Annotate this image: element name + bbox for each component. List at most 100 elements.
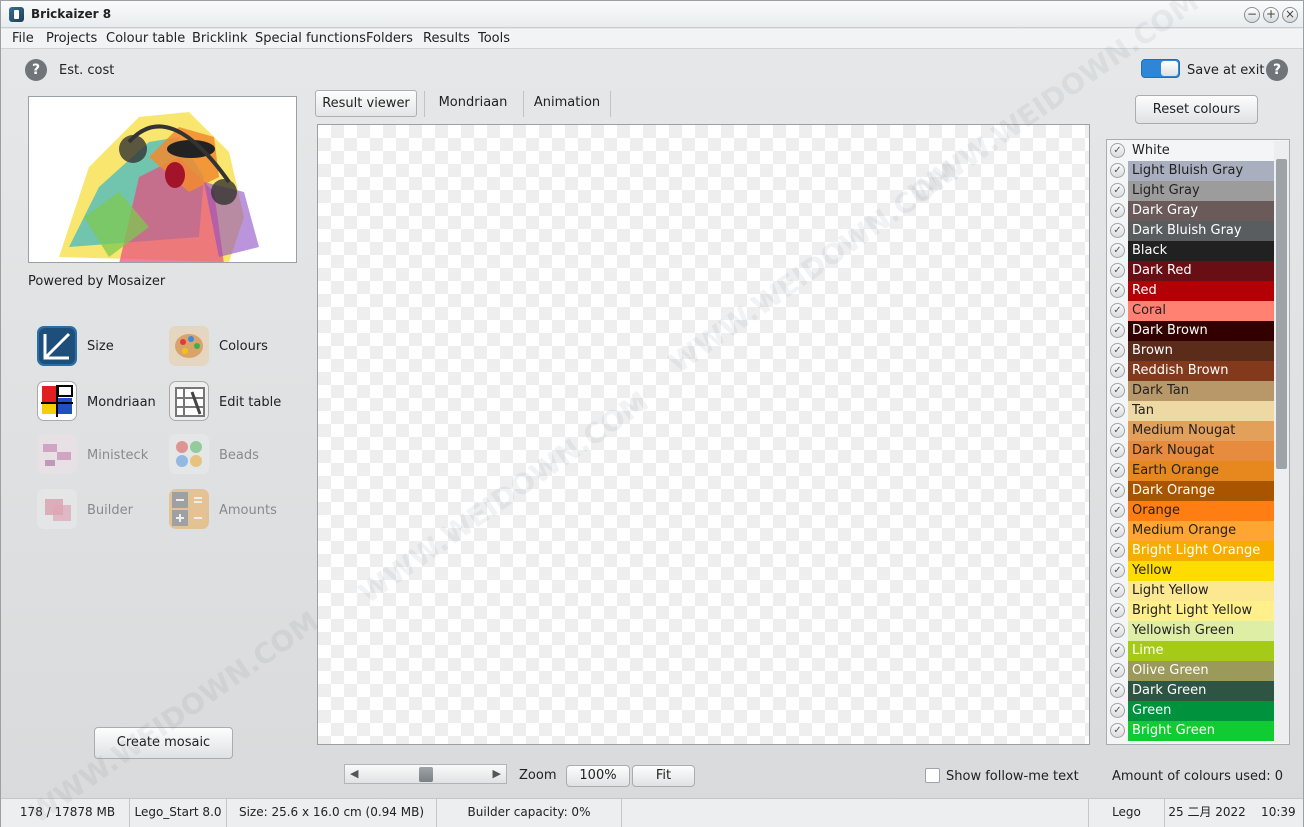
colour-checkbox[interactable]: ✓ xyxy=(1110,503,1125,518)
menu-folders[interactable]: Folders xyxy=(366,31,413,46)
menu-results[interactable]: Results xyxy=(423,31,470,46)
fit-button[interactable]: Fit xyxy=(632,765,695,787)
colour-checkbox[interactable]: ✓ xyxy=(1110,563,1125,578)
colour-row[interactable]: ✓ Earth Orange xyxy=(1107,461,1275,481)
colour-row[interactable]: ✓ Bright Light Yellow xyxy=(1107,601,1275,621)
mondriaan-icon[interactable] xyxy=(37,381,77,421)
colour-checkbox[interactable]: ✓ xyxy=(1110,403,1125,418)
colour-checkbox[interactable]: ✓ xyxy=(1110,483,1125,498)
source-image-preview[interactable] xyxy=(28,96,297,263)
colour-checkbox[interactable]: ✓ xyxy=(1110,283,1125,298)
colour-checkbox[interactable]: ✓ xyxy=(1110,303,1125,318)
result-canvas[interactable] xyxy=(317,124,1090,745)
colours-button-label[interactable]: Colours xyxy=(219,339,268,354)
colour-row[interactable]: ✓ Reddish Brown xyxy=(1107,361,1275,381)
colour-row[interactable]: ✓ Dark Tan xyxy=(1107,381,1275,401)
right-arrow-icon[interactable]: ▶ xyxy=(493,767,501,780)
colour-row[interactable]: ✓ Light Gray xyxy=(1107,181,1275,201)
colour-checkbox[interactable]: ✓ xyxy=(1110,343,1125,358)
follow-me-checkbox[interactable] xyxy=(925,768,940,783)
colour-checkbox[interactable]: ✓ xyxy=(1110,583,1125,598)
size-button-label[interactable]: Size xyxy=(87,339,114,354)
colour-row[interactable]: ✓ Yellowish Green xyxy=(1107,621,1275,641)
colour-row[interactable]: ✓ Lime xyxy=(1107,641,1275,661)
colour-checkbox[interactable]: ✓ xyxy=(1110,363,1125,378)
colour-checkbox[interactable]: ✓ xyxy=(1110,163,1125,178)
maximize-button[interactable]: + xyxy=(1263,7,1279,23)
colour-checkbox[interactable]: ✓ xyxy=(1110,463,1125,478)
colour-row[interactable]: ✓ White xyxy=(1107,141,1275,161)
colour-checkbox[interactable]: ✓ xyxy=(1110,603,1125,618)
help-icon[interactable]: ? xyxy=(1266,59,1288,81)
colour-row[interactable]: ✓ Medium Nougat xyxy=(1107,421,1275,441)
colour-checkbox[interactable]: ✓ xyxy=(1110,263,1125,278)
menu-projects[interactable]: Projects xyxy=(46,31,97,46)
colour-row[interactable]: ✓ Dark Brown xyxy=(1107,321,1275,341)
zoom-100-button[interactable]: 100% xyxy=(566,765,630,787)
scrollbar-thumb[interactable] xyxy=(1276,159,1287,469)
colour-checkbox[interactable]: ✓ xyxy=(1110,183,1125,198)
colour-checkbox[interactable]: ✓ xyxy=(1110,723,1125,738)
colour-checkbox[interactable]: ✓ xyxy=(1110,223,1125,238)
colour-row[interactable]: ✓ Green xyxy=(1107,701,1275,721)
edit-table-button-label[interactable]: Edit table xyxy=(219,395,281,410)
mondriaan-button-label[interactable]: Mondriaan xyxy=(87,395,156,410)
palette-icon[interactable] xyxy=(169,326,209,366)
colour-row[interactable]: ✓ Dark Nougat xyxy=(1107,441,1275,461)
reset-colours-button[interactable]: Reset colours xyxy=(1135,95,1258,124)
tab-mondriaan[interactable]: Mondriaan xyxy=(429,90,517,117)
save-at-exit-toggle[interactable] xyxy=(1141,59,1180,78)
tab-result-viewer[interactable]: Result viewer xyxy=(315,90,417,117)
colour-row[interactable]: ✓ Olive Green xyxy=(1107,661,1275,681)
menu-file[interactable]: File xyxy=(12,31,34,46)
colour-checkbox[interactable]: ✓ xyxy=(1110,543,1125,558)
colour-list[interactable]: ✓ White ✓ Light Bluish Gray ✓ Light Gray ✓ Dark… xyxy=(1106,139,1290,745)
close-button[interactable]: × xyxy=(1282,7,1298,23)
colour-checkbox[interactable]: ✓ xyxy=(1110,683,1125,698)
colour-checkbox[interactable]: ✓ xyxy=(1110,143,1125,158)
colour-checkbox[interactable]: ✓ xyxy=(1110,203,1125,218)
minimize-button[interactable]: − xyxy=(1244,7,1260,23)
edit-table-icon[interactable] xyxy=(169,381,209,421)
colour-row[interactable]: ✓ Red xyxy=(1107,281,1275,301)
help-icon[interactable]: ? xyxy=(25,59,47,81)
colour-row[interactable]: ✓ Medium Orange xyxy=(1107,521,1275,541)
colour-row[interactable]: ✓ Dark Red xyxy=(1107,261,1275,281)
colour-row[interactable]: ✓ Bright Green xyxy=(1107,721,1275,741)
colour-row[interactable]: ✓ Dark Green xyxy=(1107,681,1275,701)
colour-row[interactable]: ✓ Dark Orange xyxy=(1107,481,1275,501)
follow-me-label[interactable]: Show follow-me text xyxy=(946,769,1079,784)
colour-row[interactable]: ✓ Dark Gray xyxy=(1107,201,1275,221)
colour-checkbox[interactable]: ✓ xyxy=(1110,643,1125,658)
colour-checkbox[interactable]: ✓ xyxy=(1110,623,1125,638)
colour-list-scrollbar[interactable] xyxy=(1274,141,1289,743)
colour-checkbox[interactable]: ✓ xyxy=(1110,423,1125,438)
colour-checkbox[interactable]: ✓ xyxy=(1110,243,1125,258)
zoom-slider[interactable]: ◀ ▶ xyxy=(344,764,507,784)
create-mosaic-button[interactable]: Create mosaic xyxy=(94,727,233,759)
colour-row[interactable]: ✓ Dark Bluish Gray xyxy=(1107,221,1275,241)
menu-bricklink[interactable]: Bricklink xyxy=(192,31,248,46)
colour-checkbox[interactable]: ✓ xyxy=(1110,443,1125,458)
colour-row[interactable]: ✓ Yellow xyxy=(1107,561,1275,581)
colour-row[interactable]: ✓ Orange xyxy=(1107,501,1275,521)
size-icon[interactable] xyxy=(37,326,77,366)
colour-row[interactable]: ✓ Tan xyxy=(1107,401,1275,421)
colour-row[interactable]: ✓ Coral xyxy=(1107,301,1275,321)
colour-checkbox[interactable]: ✓ xyxy=(1110,523,1125,538)
colour-checkbox[interactable]: ✓ xyxy=(1110,663,1125,678)
colour-row[interactable]: ✓ Brown xyxy=(1107,341,1275,361)
menu-colour-table[interactable]: Colour table xyxy=(106,31,185,46)
tab-animation[interactable]: Animation xyxy=(528,90,606,117)
colour-checkbox[interactable]: ✓ xyxy=(1110,703,1125,718)
colour-checkbox[interactable]: ✓ xyxy=(1110,383,1125,398)
colour-row[interactable]: ✓ Light Bluish Gray xyxy=(1107,161,1275,181)
colour-row[interactable]: ✓ Bright Light Orange xyxy=(1107,541,1275,561)
colour-checkbox[interactable]: ✓ xyxy=(1110,323,1125,338)
zoom-slider-thumb[interactable] xyxy=(419,767,433,782)
left-arrow-icon[interactable]: ◀ xyxy=(350,767,358,780)
colour-row[interactable]: ✓ Black xyxy=(1107,241,1275,261)
colour-row[interactable]: ✓ Light Yellow xyxy=(1107,581,1275,601)
menu-tools[interactable]: Tools xyxy=(478,31,510,46)
menu-special-functions[interactable]: Special functions xyxy=(255,31,366,46)
